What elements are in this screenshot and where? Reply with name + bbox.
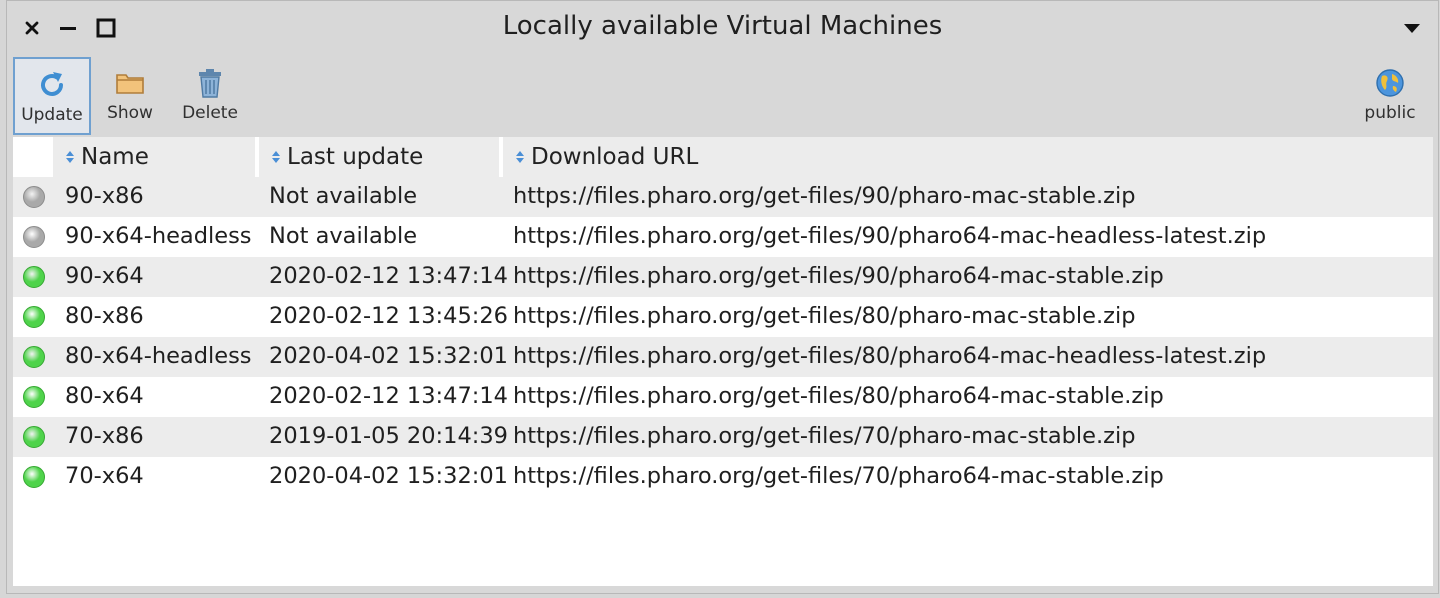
sort-arrows-icon xyxy=(271,150,281,164)
table-row[interactable]: 80-x86 2020-02-12 13:45:26 https://files… xyxy=(13,297,1433,337)
vm-name: 90-x64 xyxy=(65,263,144,289)
vm-last-update: 2020-02-12 13:47:14 xyxy=(269,383,508,409)
table-row[interactable]: 70-x64 2020-04-02 15:32:01 https://files… xyxy=(13,457,1433,497)
table-body: 90-x86 Not available https://files.pharo… xyxy=(13,177,1433,497)
globe-icon xyxy=(1373,66,1407,100)
vm-download-url: https://files.pharo.org/get-files/70/pha… xyxy=(513,423,1136,449)
vm-manager-window: Locally available Virtual Machines Updat… xyxy=(6,0,1439,594)
vm-download-url: https://files.pharo.org/get-files/90/pha… xyxy=(513,263,1164,289)
vm-last-update: 2020-02-12 13:47:14 xyxy=(269,263,508,289)
toolbar: Update Show Delete public xyxy=(7,57,1438,137)
column-header-download-url[interactable]: Download URL xyxy=(503,137,1433,177)
sort-arrows-icon xyxy=(65,150,75,164)
vm-name: 80-x64-headless xyxy=(65,343,252,369)
status-indicator xyxy=(23,186,45,208)
vm-last-update: Not available xyxy=(269,183,418,209)
status-indicator xyxy=(23,346,45,368)
table-row[interactable]: 90-x64-headless Not available https://fi… xyxy=(13,217,1433,257)
vm-name: 80-x64 xyxy=(65,383,144,409)
window-menu-icon xyxy=(1404,24,1420,33)
table-row[interactable]: 70-x86 2019-01-05 20:14:39 https://files… xyxy=(13,417,1433,457)
vm-name: 90-x64-headless xyxy=(65,223,252,249)
update-label: Update xyxy=(21,105,83,125)
vm-name: 70-x64 xyxy=(65,463,144,489)
status-indicator xyxy=(23,466,45,488)
table-row[interactable]: 90-x64 2020-02-12 13:47:14 https://files… xyxy=(13,257,1433,297)
table-row[interactable]: 80-x64-headless 2020-04-02 15:32:01 http… xyxy=(13,337,1433,377)
column-header-last-update-label: Last update xyxy=(287,144,424,170)
window-menu-button[interactable] xyxy=(1399,15,1425,41)
trash-icon xyxy=(193,66,227,100)
status-indicator xyxy=(23,306,45,328)
vm-download-url: https://files.pharo.org/get-files/90/pha… xyxy=(513,183,1136,209)
vm-name: 80-x86 xyxy=(65,303,144,329)
vm-name: 90-x86 xyxy=(65,183,144,209)
folder-icon xyxy=(113,66,147,100)
vm-last-update: Not available xyxy=(269,223,418,249)
vm-download-url: https://files.pharo.org/get-files/70/pha… xyxy=(513,463,1164,489)
public-button[interactable]: public xyxy=(1351,57,1429,135)
delete-label: Delete xyxy=(182,103,238,123)
vm-table: Name Last update Download URL 90-x86 Not… xyxy=(13,137,1433,586)
vm-name: 70-x86 xyxy=(65,423,144,449)
table-row[interactable]: 80-x64 2020-02-12 13:47:14 https://files… xyxy=(13,377,1433,417)
table-row[interactable]: 90-x86 Not available https://files.pharo… xyxy=(13,177,1433,217)
column-header-name[interactable]: Name xyxy=(53,137,255,177)
show-label: Show xyxy=(107,103,153,123)
column-header-last-update[interactable]: Last update xyxy=(259,137,499,177)
table-header: Name Last update Download URL xyxy=(13,137,1433,177)
column-header-name-label: Name xyxy=(81,144,149,170)
vm-last-update: 2020-04-02 15:32:01 xyxy=(269,463,508,489)
status-indicator xyxy=(23,426,45,448)
refresh-icon xyxy=(35,68,69,102)
vm-last-update: 2020-02-12 13:45:26 xyxy=(269,303,508,329)
status-indicator xyxy=(23,386,45,408)
status-indicator xyxy=(23,266,45,288)
vm-download-url: https://files.pharo.org/get-files/80/pha… xyxy=(513,303,1136,329)
title-bar: Locally available Virtual Machines xyxy=(7,1,1438,57)
status-indicator xyxy=(23,226,45,248)
public-label: public xyxy=(1364,103,1416,123)
vm-download-url: https://files.pharo.org/get-files/90/pha… xyxy=(513,223,1267,249)
show-button[interactable]: Show xyxy=(91,57,169,135)
sort-arrows-icon xyxy=(515,150,525,164)
vm-last-update: 2019-01-05 20:14:39 xyxy=(269,423,508,449)
vm-download-url: https://files.pharo.org/get-files/80/pha… xyxy=(513,383,1164,409)
vm-download-url: https://files.pharo.org/get-files/80/pha… xyxy=(513,343,1267,369)
column-header-download-url-label: Download URL xyxy=(531,144,699,170)
delete-button[interactable]: Delete xyxy=(171,57,249,135)
window-title: Locally available Virtual Machines xyxy=(502,11,943,41)
vm-last-update: 2020-04-02 15:32:01 xyxy=(269,343,508,369)
update-button[interactable]: Update xyxy=(13,57,91,135)
